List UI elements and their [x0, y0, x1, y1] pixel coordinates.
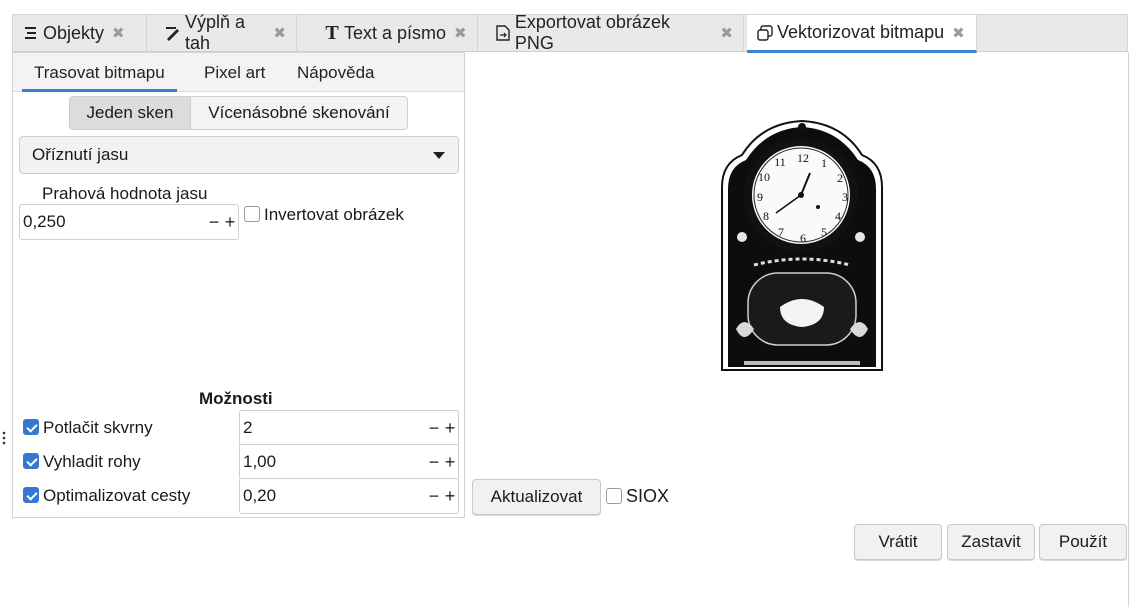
tab-napoveda[interactable]: Nápověda: [297, 53, 375, 91]
increment-button[interactable]: +: [442, 445, 458, 479]
speckles-spinbox: 2 − +: [239, 410, 459, 446]
siox-checkbox[interactable]: [606, 488, 622, 504]
smooth-corners-checkbox[interactable]: [23, 453, 39, 469]
smooth-corners-label: Vyhladit rohy: [43, 452, 141, 471]
optimize-paths-checkbox[interactable]: [23, 487, 39, 503]
siox-label: SIOX: [626, 486, 670, 506]
close-icon[interactable]: ✖: [952, 24, 965, 42]
close-icon[interactable]: ✖: [273, 24, 286, 42]
tab-vektorizovat-bitmapu[interactable]: Vektorizovat bitmapu ✖: [747, 15, 977, 53]
trace-bitmap-icon: [757, 24, 773, 41]
close-icon[interactable]: ✖: [112, 24, 125, 42]
threshold-spinbox: 0,250 − +: [19, 204, 239, 240]
increment-button[interactable]: +: [222, 205, 238, 239]
svg-text:5: 5: [821, 225, 827, 239]
text-font-icon: T: [325, 21, 339, 44]
threshold-label: Prahová hodnota jasu: [42, 184, 208, 203]
svg-text:3: 3: [842, 190, 848, 204]
tab-vypln-a-tah[interactable]: Výplň a tah ✖: [155, 12, 297, 53]
decrement-button[interactable]: −: [426, 445, 442, 479]
tab-label: Exportovat obrázek PNG: [514, 12, 670, 53]
objects-icon: [23, 25, 39, 41]
svg-text:4: 4: [835, 209, 841, 223]
sub-tab-bar: Trasovat bitmapu Pixel art Nápověda: [13, 53, 464, 92]
options-heading: Možnosti: [199, 389, 273, 408]
tab-pixel-art[interactable]: Pixel art: [204, 53, 265, 91]
update-button[interactable]: Aktualizovat: [472, 479, 601, 515]
optimize-paths-label: Optimalizovat cesty: [43, 486, 191, 505]
invert-checkbox[interactable]: [244, 206, 260, 222]
svg-text:2: 2: [837, 171, 843, 185]
optimize-paths-spinbox: 0,20 − +: [239, 478, 459, 514]
close-icon[interactable]: ✖: [454, 24, 467, 42]
svg-text:7: 7: [778, 225, 784, 239]
optimize-paths-value[interactable]: 0,20: [240, 486, 426, 506]
smooth-corners-spinbox: 1,00 − +: [239, 444, 459, 480]
tab-label: Výplň a tah: [185, 12, 246, 53]
increment-button[interactable]: +: [442, 411, 458, 445]
svg-text:10: 10: [758, 170, 770, 184]
increment-button[interactable]: +: [442, 479, 458, 513]
tab-text-a-pismo[interactable]: T Text a písmo ✖: [314, 15, 478, 51]
svg-text:8: 8: [763, 209, 769, 223]
revert-button[interactable]: Vrátit: [854, 524, 942, 560]
export-icon: [495, 25, 511, 41]
decrement-button[interactable]: −: [426, 479, 442, 513]
svg-text:11: 11: [774, 155, 786, 169]
panel-resize-handle[interactable]: [2, 430, 6, 450]
tab-objekty[interactable]: Objekty ✖: [13, 15, 147, 51]
dock-border: [1128, 52, 1129, 607]
fill-stroke-icon: [165, 25, 181, 41]
speckles-checkbox[interactable]: [23, 419, 39, 435]
smooth-corners-value[interactable]: 1,00: [240, 452, 426, 472]
dock-tab-bar: Objekty ✖ Výplň a tah ✖ T Text a písmo ✖…: [12, 12, 1128, 53]
trace-mode-value: Oříznutí jasu: [32, 145, 129, 164]
invert-label: Invertovat obrázek: [264, 205, 404, 224]
trace-mode-select[interactable]: Oříznutí jasu: [19, 136, 459, 174]
svg-text:1: 1: [821, 156, 827, 170]
tab-label: Vektorizovat bitmapu: [777, 22, 945, 42]
svg-text:6: 6: [800, 231, 806, 245]
svg-text:9: 9: [757, 190, 763, 204]
threshold-value[interactable]: 0,250: [20, 212, 206, 232]
speckles-label: Potlačit skvrny: [43, 418, 153, 437]
stop-button[interactable]: Zastavit: [947, 524, 1035, 560]
dropdown-arrow-icon: [433, 152, 445, 159]
single-scan-button[interactable]: Jeden sken: [69, 96, 191, 130]
decrement-button[interactable]: −: [206, 205, 222, 239]
tab-label: Objekty: [43, 22, 105, 43]
tab-trasovat-bitmapu[interactable]: Trasovat bitmapu: [22, 53, 177, 92]
tab-label: Text a písmo: [344, 22, 447, 43]
speckles-value[interactable]: 2: [240, 418, 426, 438]
apply-button[interactable]: Použít: [1039, 524, 1127, 560]
trace-preview-image: 12 1 2 345 678 9 10 11: [714, 115, 890, 380]
svg-text:12: 12: [797, 151, 809, 165]
multi-scan-button[interactable]: Vícenásobné skenování: [190, 96, 408, 130]
close-icon[interactable]: ✖: [720, 24, 733, 42]
decrement-button[interactable]: −: [426, 411, 442, 445]
tab-exportovat-png[interactable]: Exportovat obrázek PNG ✖: [485, 12, 744, 53]
